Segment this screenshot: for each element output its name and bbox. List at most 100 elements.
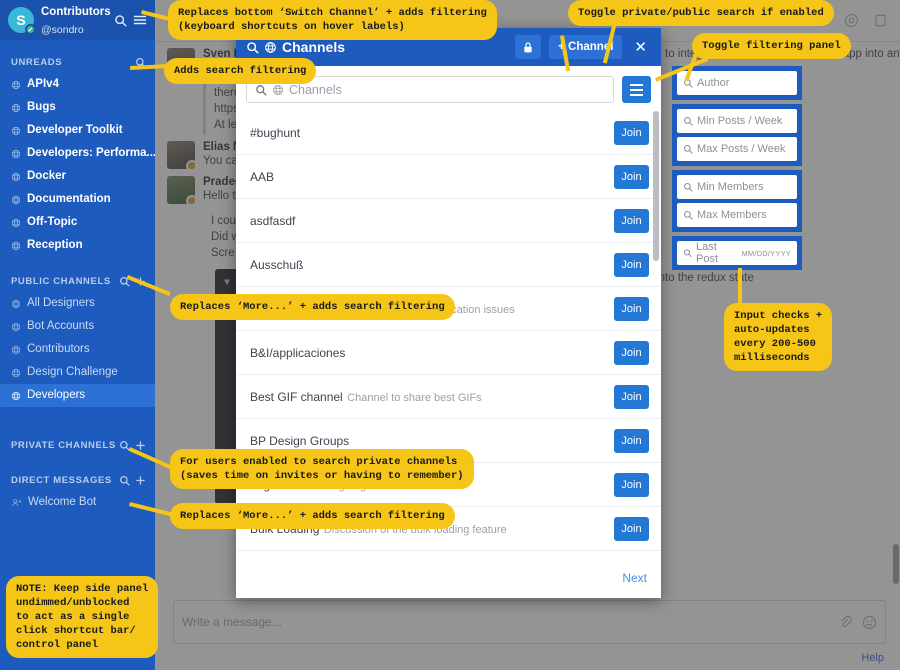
channel-name: AAB — [250, 169, 275, 184]
filter-panel: Author Min Posts / Week Max Posts / Week… — [672, 66, 802, 274]
search-icon[interactable] — [119, 475, 130, 486]
max-members-filter-input[interactable]: Max Members — [677, 203, 797, 227]
sidebar-item-developer-toolkit[interactable]: Developer Toolkit — [0, 119, 155, 142]
annotation-replaces-more-1: Replaces ‘More...’ + adds search filteri… — [172, 296, 453, 318]
annotation-input-checks: Input checks + auto-updates every 200-50… — [726, 305, 831, 369]
min-posts-placeholder: Min Posts / Week — [697, 115, 783, 127]
sidebar-item-all-designers[interactable]: All Designers — [0, 292, 155, 315]
filter-list-icon[interactable] — [622, 76, 651, 103]
channel-row[interactable]: asdfasdf Join — [236, 199, 661, 243]
globe-icon — [11, 103, 21, 113]
globe-icon — [11, 368, 21, 378]
channel-name: asdfasdf — [250, 213, 296, 228]
lock-icon[interactable] — [515, 35, 542, 59]
team-name: Contributors — [41, 5, 111, 18]
annotation-side-panel-note: NOTE: Keep side panel undimmed/unblocked… — [8, 578, 157, 656]
sidebar-item-apiv4[interactable]: APIv4 — [0, 73, 155, 96]
filter-group-lastpost: Last Post MM/DD/YYYY — [672, 236, 802, 270]
annotation-private-public-toggle: Toggle private/public search if enabled — [570, 2, 832, 24]
sidebar-item-bugs[interactable]: Bugs — [0, 96, 155, 119]
join-button[interactable]: Join — [614, 296, 649, 321]
avatar-initial: S — [16, 12, 26, 28]
globe-icon — [11, 149, 21, 159]
sidebar-item-label: Docker — [27, 170, 66, 182]
modal-scrollbar[interactable] — [653, 111, 659, 558]
filter-group-members: Min Members Max Members — [672, 170, 802, 232]
sidebar-item-bot-accounts[interactable]: Bot Accounts — [0, 315, 155, 338]
channel-row[interactable]: B&I/applicaciones Join — [236, 331, 661, 375]
max-posts-placeholder: Max Posts / Week — [697, 143, 786, 155]
sidebar: S ✓ Contributors @sondro UNREADS APIv4 B… — [0, 0, 155, 670]
channel-row[interactable]: Best GIF channel Channel to share best G… — [236, 375, 661, 419]
plus-icon[interactable] — [135, 475, 146, 486]
channel-name: BP Design Groups — [250, 433, 350, 448]
sidebar-item-label: Welcome Bot — [28, 496, 97, 508]
sidebar-item-developers-performance[interactable]: Developers: Performa... — [0, 142, 155, 165]
sidebar-item-label: Bot Accounts — [27, 320, 95, 332]
globe-icon — [11, 80, 21, 90]
min-posts-filter-input[interactable]: Min Posts / Week — [677, 109, 797, 133]
annotation-replaces-more-2: Replaces ‘More...’ + adds search filteri… — [172, 505, 453, 527]
channel-name: Best GIF channel — [250, 389, 343, 404]
search-icon — [255, 84, 267, 96]
sidebar-item-developers[interactable]: Developers — [0, 384, 155, 407]
join-button[interactable]: Join — [614, 208, 649, 233]
globe-icon — [11, 299, 21, 309]
avatar[interactable]: S ✓ — [8, 7, 36, 35]
channel-row[interactable]: #bughunt Join — [236, 111, 661, 155]
globe-icon — [11, 126, 21, 136]
join-button[interactable]: Join — [614, 340, 649, 365]
globe-icon — [11, 322, 21, 332]
sidebar-item-label: Off-Topic — [27, 216, 78, 228]
join-button[interactable]: Join — [614, 120, 649, 145]
annotation-toggle-filter-panel: Toggle filtering panel — [694, 35, 849, 57]
sidebar-item-off-topic[interactable]: Off-Topic — [0, 211, 155, 234]
sidebar-item-reception[interactable]: Reception — [0, 234, 155, 257]
sidebar-item-label: Documentation — [27, 193, 111, 205]
bot-icon — [11, 498, 22, 508]
sidebar-item-design-challenge[interactable]: Design Challenge — [0, 361, 155, 384]
annotation-adds-search-filtering: Adds search filtering — [166, 60, 315, 82]
join-button[interactable]: Join — [614, 164, 649, 189]
last-post-filter-input[interactable]: Last Post MM/DD/YYYY — [677, 241, 797, 265]
sidebar-section-direct-messages: DIRECT MESSAGES — [0, 468, 155, 491]
search-icon[interactable] — [114, 14, 127, 27]
filter-group-posts: Min Posts / Week Max Posts / Week — [672, 104, 802, 166]
join-button[interactable]: Join — [614, 472, 649, 497]
user-name: @sondro — [41, 24, 84, 36]
min-members-placeholder: Min Members — [697, 181, 764, 193]
author-filter-input[interactable]: Author — [677, 71, 797, 95]
section-label: DIRECT MESSAGES — [11, 475, 112, 486]
team-header[interactable]: S ✓ Contributors @sondro — [0, 0, 155, 40]
join-button[interactable]: Join — [614, 252, 649, 277]
online-status-icon: ✓ — [25, 24, 36, 35]
sidebar-item-label: Reception — [27, 239, 83, 251]
modal-title-group: Channels — [246, 39, 507, 55]
modal-footer: Next — [236, 558, 661, 598]
globe-icon — [11, 241, 21, 251]
sidebar-item-documentation[interactable]: Documentation — [0, 188, 155, 211]
globe-icon — [11, 391, 21, 401]
join-button[interactable]: Join — [614, 384, 649, 409]
last-post-format-hint: MM/DD/YYYY — [741, 248, 791, 258]
channel-purpose: Channel to share best GIFs — [347, 391, 482, 404]
channel-list[interactable]: #bughunt Join AAB Join asdfasdf Join Aus… — [236, 111, 661, 558]
globe-icon — [11, 345, 21, 355]
channel-row[interactable]: AAB Join — [236, 155, 661, 199]
join-button[interactable]: Join — [614, 516, 649, 541]
join-button[interactable]: Join — [614, 428, 649, 453]
annotation-private-channels-search: For users enabled to search private chan… — [172, 451, 472, 487]
channel-row[interactable]: Ausschuß Join — [236, 243, 661, 287]
sidebar-item-label: APIv4 — [27, 78, 59, 90]
section-label: UNREADS — [11, 57, 63, 68]
max-posts-filter-input[interactable]: Max Posts / Week — [677, 137, 797, 161]
min-members-filter-input[interactable]: Min Members — [677, 175, 797, 199]
close-icon[interactable]: ✕ — [630, 38, 651, 56]
next-page-link[interactable]: Next — [622, 571, 647, 585]
hamburger-menu-icon[interactable] — [133, 14, 147, 26]
sidebar-item-contributors[interactable]: Contributors — [0, 338, 155, 361]
annotation-switch-channel: Replaces bottom ‘Switch Channel’ + adds … — [170, 2, 495, 38]
last-post-placeholder: Last Post — [696, 241, 719, 265]
sidebar-item-docker[interactable]: Docker — [0, 165, 155, 188]
search-icon — [246, 41, 259, 54]
